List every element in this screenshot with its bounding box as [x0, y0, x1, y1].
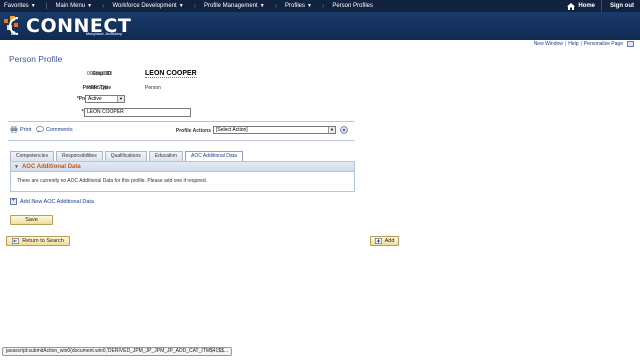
browser-status-bar: javascript:submitAction_win0(document.wi…	[2, 347, 233, 356]
empl-id-value: 000001683	[87, 71, 113, 77]
top-navigation-bar: Favorites ▼ | Main Menu ▼ › Workforce De…	[0, 0, 640, 12]
tab-qualifications[interactable]: Qualifications	[104, 151, 147, 161]
personalize-page-link[interactable]: Personalize Page	[584, 41, 623, 47]
profile-tabs: Competencies Responsibilities Qualificat…	[10, 151, 245, 162]
group-header[interactable]: ▼ AOC Additional Data	[11, 162, 354, 172]
nav-profile-management-label: Profile Management	[204, 3, 258, 9]
nav-workforce-development-label: Workforce Development	[112, 3, 177, 9]
nav-main-menu-label: Main Menu	[55, 3, 86, 9]
profile-status-select[interactable]: Active ▼	[85, 95, 125, 103]
divider	[8, 121, 354, 122]
link-separator: |	[564, 41, 567, 47]
sign-out-label: Sign out	[610, 3, 634, 9]
add-button[interactable]: Add	[370, 236, 399, 246]
dropdown-arrow-icon: ▼	[117, 96, 124, 102]
breadcrumb-separator: ›	[274, 2, 277, 10]
home-link[interactable]: Home	[561, 2, 601, 10]
help-link[interactable]: Help	[568, 41, 578, 47]
chevron-down-icon: ▼	[307, 3, 312, 9]
nav-favorites-label: Favorites	[4, 3, 29, 9]
person-name: LEON COOPER	[145, 70, 197, 78]
comments-label: Comments	[46, 126, 73, 133]
description-value: LEON COOPER	[87, 109, 124, 115]
nav-workforce-development[interactable]: Workforce Development ▼	[108, 0, 189, 12]
printer-icon	[10, 126, 18, 133]
dropdown-arrow-icon: ▼	[328, 127, 335, 133]
description-input[interactable]: LEON COOPER	[84, 108, 191, 117]
save-button-label: Save	[25, 217, 38, 223]
home-label: Home	[578, 3, 595, 9]
breadcrumb-separator: ›	[102, 2, 105, 10]
nav-person-profiles[interactable]: Person Profiles	[328, 0, 379, 12]
new-window-link[interactable]: New Window	[534, 41, 563, 47]
tab-education[interactable]: Education	[148, 151, 183, 161]
chevron-down-icon: ▼	[259, 3, 265, 9]
nav-profiles-label: Profiles	[285, 3, 306, 9]
chevron-down-icon: ▼	[87, 3, 93, 9]
print-label: Print	[20, 126, 32, 133]
personalize-grid-icon[interactable]	[627, 41, 634, 47]
comments-link[interactable]: Comments	[36, 126, 73, 133]
comment-bubble-icon	[36, 126, 44, 133]
breadcrumb-separator: ›	[193, 2, 196, 10]
chevron-down-icon: ▼	[30, 3, 36, 9]
profile-actions-select[interactable]: [Select Action] ▼	[213, 126, 336, 134]
page-title: Person Profile	[9, 54, 63, 64]
header-banner: CONNECT Maryland Judiciary	[0, 12, 640, 40]
page-links: New Window | Help | Personalize Page	[534, 41, 634, 47]
aoc-additional-data-group: ▼ AOC Additional Data There are currentl…	[10, 161, 355, 192]
logo-subtext: Maryland Judiciary	[86, 31, 123, 36]
return-to-search-label: Return to Search	[22, 238, 64, 244]
nav-profiles[interactable]: Profiles ▼	[281, 0, 318, 12]
nav-profile-management[interactable]: Profile Management ▼	[200, 0, 271, 12]
add-new-aoc-data-link[interactable]: + Add New AOC Additional Data	[10, 198, 94, 205]
add-row-icon	[374, 238, 382, 244]
add-new-label: Add New AOC Additional Data	[20, 198, 94, 205]
plus-icon: +	[10, 198, 17, 205]
collapse-triangle-icon[interactable]: ▼	[14, 164, 19, 170]
print-link[interactable]: Print	[10, 126, 31, 133]
logo-mark-icon	[4, 16, 19, 35]
nav-person-profiles-label: Person Profiles	[332, 3, 373, 9]
tab-competencies[interactable]: Competencies	[10, 151, 54, 161]
home-icon	[567, 2, 576, 10]
sign-out-link[interactable]: Sign out	[601, 0, 640, 12]
profile-type-description: Person	[145, 85, 161, 91]
breadcrumb-separator: ›	[321, 2, 325, 10]
chevron-down-icon: ▼	[178, 3, 184, 9]
nav-main-menu[interactable]: Main Menu ▼	[51, 0, 98, 12]
profile-actions-value: [Select Action]	[216, 127, 248, 133]
return-to-search-button[interactable]: Return to Search	[6, 236, 70, 246]
nav-favorites[interactable]: Favorites ▼	[0, 0, 42, 12]
group-message: There are currently no AOC Additional Da…	[17, 178, 208, 184]
return-arrow-icon	[12, 238, 20, 244]
profile-status-value: Active	[88, 96, 102, 102]
add-button-label: Add	[384, 238, 395, 244]
divider	[8, 140, 354, 141]
link-separator: |	[580, 41, 582, 47]
profile-actions-label: Profile Actions	[175, 128, 211, 134]
go-circle-icon[interactable]	[340, 126, 348, 134]
group-title: AOC Additional Data	[21, 163, 81, 170]
tab-responsibilities[interactable]: Responsibilities	[55, 151, 103, 161]
profile-type-value: PERSON	[87, 85, 109, 91]
nav-separator: |	[45, 2, 48, 10]
save-button[interactable]: Save	[10, 215, 53, 225]
